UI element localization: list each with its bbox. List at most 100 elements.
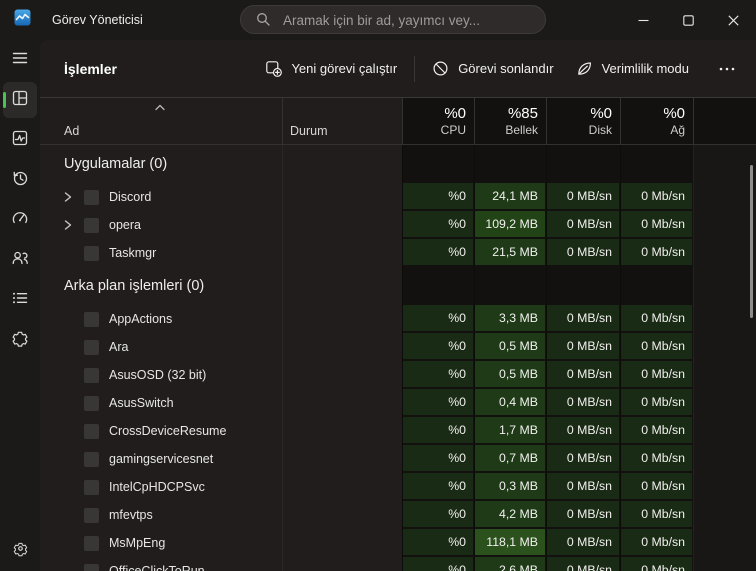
selected-accent-bar — [3, 92, 6, 108]
value-text — [621, 267, 693, 305]
row-gutter — [693, 501, 756, 529]
status-cell — [282, 211, 402, 239]
maximize-icon — [683, 14, 694, 26]
process-name: AppActions — [109, 312, 173, 326]
value-text: 0,5 MB — [475, 361, 545, 387]
status-column-header[interactable]: Durum — [282, 98, 402, 144]
chevron-right-icon[interactable] — [62, 190, 74, 204]
end-task-button[interactable]: Görevi sonlandır — [421, 53, 564, 84]
app-logo-icon — [14, 9, 31, 26]
status-cell — [282, 145, 402, 183]
disk-column-header[interactable]: %0 Disk — [546, 98, 620, 144]
close-button[interactable] — [711, 0, 756, 40]
value-text: %0 — [403, 529, 473, 555]
sidebar-item-processes[interactable] — [0, 80, 40, 120]
process-row[interactable]: mfevtps %0 4,2 MB 0 MB/sn 0 Mb/sn — [40, 501, 756, 529]
sidebar — [0, 40, 40, 571]
value-text: 0 MB/sn — [547, 529, 619, 555]
sidebar-item-details[interactable] — [0, 280, 40, 320]
value-cell — [474, 145, 546, 183]
process-icon — [84, 423, 99, 439]
sidebar-item-users[interactable] — [0, 240, 40, 280]
row-gutter — [693, 267, 756, 305]
cpu-column-header[interactable]: %0 CPU — [402, 98, 474, 144]
search-box[interactable] — [240, 5, 546, 35]
process-row[interactable]: Discord %0 24,1 MB 0 MB/sn 0 Mb/sn — [40, 183, 756, 211]
status-cell — [282, 239, 402, 267]
network-column-header[interactable]: %0 Ağ — [620, 98, 693, 144]
value-text: 0,7 MB — [475, 445, 545, 471]
process-name-cell: MsMpEng — [40, 529, 282, 557]
value-text: %0 — [403, 305, 473, 331]
value-cell: 0,5 MB — [474, 361, 546, 389]
vertical-scrollbar-thumb[interactable] — [750, 165, 753, 318]
name-column-header[interactable]: Ad — [40, 98, 282, 144]
process-row[interactable]: Ara %0 0,5 MB 0 MB/sn 0 Mb/sn — [40, 333, 756, 361]
process-row[interactable]: MsMpEng %0 118,1 MB 0 MB/sn 0 Mb/sn — [40, 529, 756, 557]
value-text: %0 — [403, 361, 473, 387]
process-icon — [84, 507, 99, 523]
value-cell: %0 — [402, 529, 474, 557]
sidebar-item-performance[interactable] — [0, 120, 40, 160]
section-title: Uygulamalar (0) — [64, 156, 168, 172]
minimize-icon — [638, 19, 649, 21]
maximize-button[interactable] — [666, 0, 711, 40]
value-text: 0 Mb/sn — [621, 239, 692, 265]
value-cell: %0 — [402, 445, 474, 473]
process-row[interactable]: IntelCpHDCPSvc %0 0,3 MB 0 MB/sn 0 Mb/sn — [40, 473, 756, 501]
value-cell: 1,7 MB — [474, 417, 546, 445]
value-cell: %0 — [402, 211, 474, 239]
chevron-right-icon[interactable] — [62, 218, 74, 232]
process-name-cell: mfevtps — [40, 501, 282, 529]
value-text: 0,3 MB — [475, 473, 545, 499]
value-text — [403, 145, 474, 183]
value-text: 0 Mb/sn — [621, 333, 692, 359]
process-name: Taskmgr — [109, 246, 157, 260]
process-row[interactable]: AppActions %0 3,3 MB 0 MB/sn 0 Mb/sn — [40, 305, 756, 333]
value-text: 0 Mb/sn — [621, 529, 692, 555]
value-cell: 0 Mb/sn — [620, 183, 693, 211]
run-new-task-button[interactable]: Yeni görevi çalıştır — [254, 53, 408, 84]
memory-column-header[interactable]: %85 Bellek — [474, 98, 546, 144]
sidebar-item-settings[interactable] — [0, 531, 40, 571]
header-gutter — [693, 98, 756, 144]
value-text: %0 — [403, 183, 473, 209]
process-row[interactable]: AsusSwitch %0 0,4 MB 0 MB/sn 0 Mb/sn — [40, 389, 756, 417]
value-cell: %0 — [402, 417, 474, 445]
process-row[interactable]: OfficeClickToRun %0 2,6 MB 0 MB/sn 0 Mb/sn — [40, 557, 756, 571]
sidebar-item-app-history[interactable] — [0, 160, 40, 200]
value-cell: 0 Mb/sn — [620, 305, 693, 333]
sidebar-item-startup-apps[interactable] — [0, 200, 40, 240]
value-text: 4,2 MB — [475, 501, 545, 527]
minimize-button[interactable] — [621, 0, 666, 40]
sidebar-item-menu[interactable] — [0, 40, 40, 80]
process-name-cell: opera — [40, 211, 282, 239]
value-text: 0 Mb/sn — [621, 183, 692, 209]
value-text: 0 MB/sn — [547, 389, 619, 415]
value-cell: 0 MB/sn — [546, 529, 620, 557]
value-text — [547, 145, 620, 183]
ellipsis-icon — [718, 62, 736, 76]
process-row[interactable]: CrossDeviceResume %0 1,7 MB 0 MB/sn 0 Mb/sn — [40, 417, 756, 445]
section-header-row[interactable]: Uygulamalar (0) — [40, 145, 756, 183]
value-text: 0 Mb/sn — [621, 445, 692, 471]
value-text: %0 — [403, 333, 473, 359]
value-text: %0 — [403, 389, 473, 415]
process-name-cell: CrossDeviceResume — [40, 417, 282, 445]
efficiency-mode-button[interactable]: Verimlilik modu — [565, 53, 700, 84]
name-column-label: Ad — [64, 124, 80, 138]
button-label: Görevi sonlandır — [458, 61, 554, 76]
process-row[interactable]: opera %0 109,2 MB 0 MB/sn 0 Mb/sn — [40, 211, 756, 239]
value-cell: %0 — [402, 333, 474, 361]
value-cell: %0 — [402, 183, 474, 211]
process-row[interactable]: gamingservicesnet %0 0,7 MB 0 MB/sn 0 Mb/sn — [40, 445, 756, 473]
section-header-row[interactable]: Arka plan işlemleri (0) — [40, 267, 756, 305]
search-input[interactable] — [281, 6, 535, 35]
sort-ascending-icon — [153, 101, 167, 115]
process-row[interactable]: Taskmgr %0 21,5 MB 0 MB/sn 0 Mb/sn — [40, 239, 756, 267]
sidebar-item-services[interactable] — [0, 320, 40, 360]
more-options-button[interactable] — [708, 55, 746, 83]
value-cell — [402, 267, 474, 305]
process-name: Discord — [109, 190, 152, 204]
process-row[interactable]: AsusOSD (32 bit) %0 0,5 MB 0 MB/sn 0 Mb/sn — [40, 361, 756, 389]
